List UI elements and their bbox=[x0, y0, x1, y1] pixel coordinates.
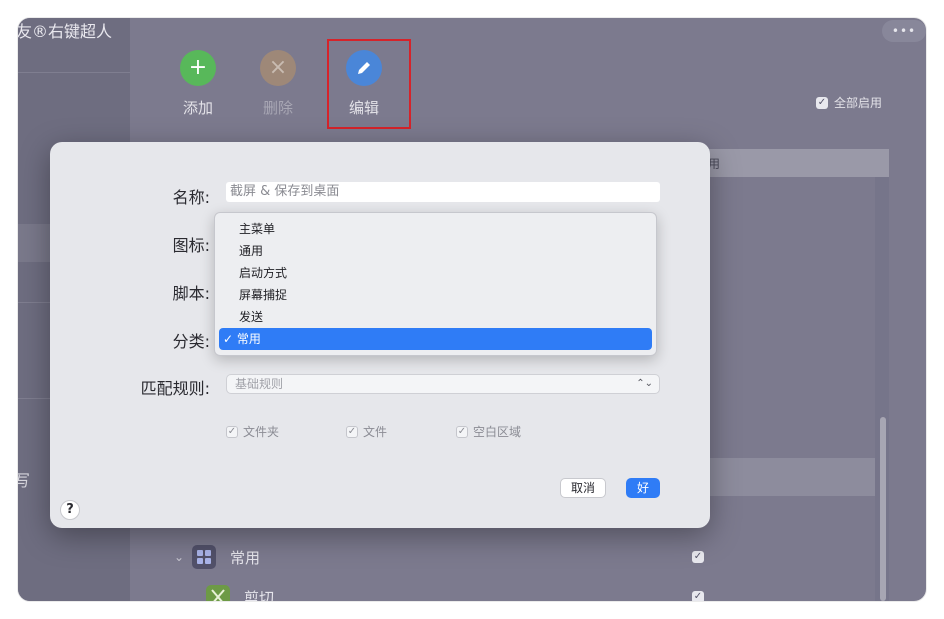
chevron-updown-icon: ⌃⌄ bbox=[636, 378, 653, 389]
enable-all-label: 全部启用 bbox=[834, 96, 883, 110]
category-label: 分类: bbox=[172, 332, 210, 351]
list-item-label: 常用 bbox=[230, 548, 261, 567]
plus-icon: + bbox=[180, 50, 216, 86]
add-button[interactable]: + 添加 bbox=[158, 50, 238, 118]
menu-item[interactable]: 通用 bbox=[219, 240, 652, 262]
match-rule-value: 基础规则 bbox=[235, 377, 284, 391]
checkmark-icon: ✓ bbox=[223, 332, 237, 346]
scissors-icon bbox=[206, 585, 230, 601]
match-rule-label: 匹配规则: bbox=[140, 379, 210, 398]
checkbox-icon[interactable]: ✓ bbox=[456, 425, 468, 438]
folder-option-label: 文件夹 bbox=[243, 425, 280, 439]
menu-item[interactable]: 发送 bbox=[219, 306, 652, 328]
ok-button[interactable]: 好 bbox=[626, 478, 660, 498]
scrollbar-thumb[interactable] bbox=[880, 417, 886, 601]
menu-item-selected[interactable]: ✓ 常用 bbox=[219, 328, 652, 350]
sidebar-title: 友®右键超人 bbox=[18, 22, 113, 41]
match-rule-select[interactable]: 基础规则 ⌃⌄ bbox=[226, 374, 660, 394]
folder-option[interactable]: ✓ 文件夹 bbox=[226, 423, 279, 440]
list-item-label: 剪切 bbox=[244, 588, 275, 602]
script-label: 脚本: bbox=[172, 284, 210, 303]
help-button[interactable]: ? bbox=[60, 500, 80, 520]
file-option[interactable]: ✓ 文件 bbox=[346, 423, 387, 440]
more-options-button[interactable]: ••• bbox=[882, 20, 926, 42]
category-dropdown-menu: 主菜单 通用 启动方式 屏幕捕捉 发送 ✓ 常用 bbox=[214, 212, 657, 356]
delete-button-label: 删除 bbox=[262, 99, 293, 117]
enable-all-toggle[interactable]: ✓ 全部启用 bbox=[816, 94, 882, 111]
edit-button-highlight bbox=[327, 39, 411, 129]
menu-item[interactable]: 屏幕捕捉 bbox=[219, 284, 652, 306]
file-option-label: 文件 bbox=[363, 425, 388, 439]
icon-label: 图标: bbox=[172, 236, 210, 255]
menu-item[interactable]: 启动方式 bbox=[219, 262, 652, 284]
checkbox-icon[interactable]: ✓ bbox=[226, 425, 238, 438]
blank-area-option[interactable]: ✓ 空白区域 bbox=[456, 423, 521, 440]
checkbox-icon[interactable]: ✓ bbox=[346, 425, 358, 438]
sidebar-item-label: 写 bbox=[18, 471, 31, 490]
menu-item[interactable]: 主菜单 bbox=[219, 218, 652, 240]
checkbox-icon[interactable]: ✓ bbox=[692, 551, 704, 563]
menu-item-label: 常用 bbox=[236, 332, 261, 346]
sidebar-divider bbox=[18, 72, 130, 73]
checkbox-icon[interactable]: ✓ bbox=[692, 591, 704, 601]
close-icon: × bbox=[260, 50, 296, 86]
grid-icon bbox=[192, 545, 216, 569]
delete-button[interactable]: × 删除 bbox=[238, 50, 318, 118]
name-label: 名称: bbox=[172, 188, 210, 207]
cancel-button[interactable]: 取消 bbox=[560, 478, 606, 498]
list-item[interactable]: ⌄ 常用 ✓ bbox=[168, 541, 889, 573]
list-item[interactable]: 剪切 ✓ bbox=[168, 581, 889, 601]
blank-area-option-label: 空白区域 bbox=[473, 425, 522, 439]
chevron-down-icon[interactable]: ⌄ bbox=[174, 550, 184, 564]
name-field[interactable]: 截屏 & 保存到桌面 bbox=[226, 182, 660, 202]
add-button-label: 添加 bbox=[182, 99, 213, 117]
checkbox-icon[interactable]: ✓ bbox=[816, 96, 828, 109]
